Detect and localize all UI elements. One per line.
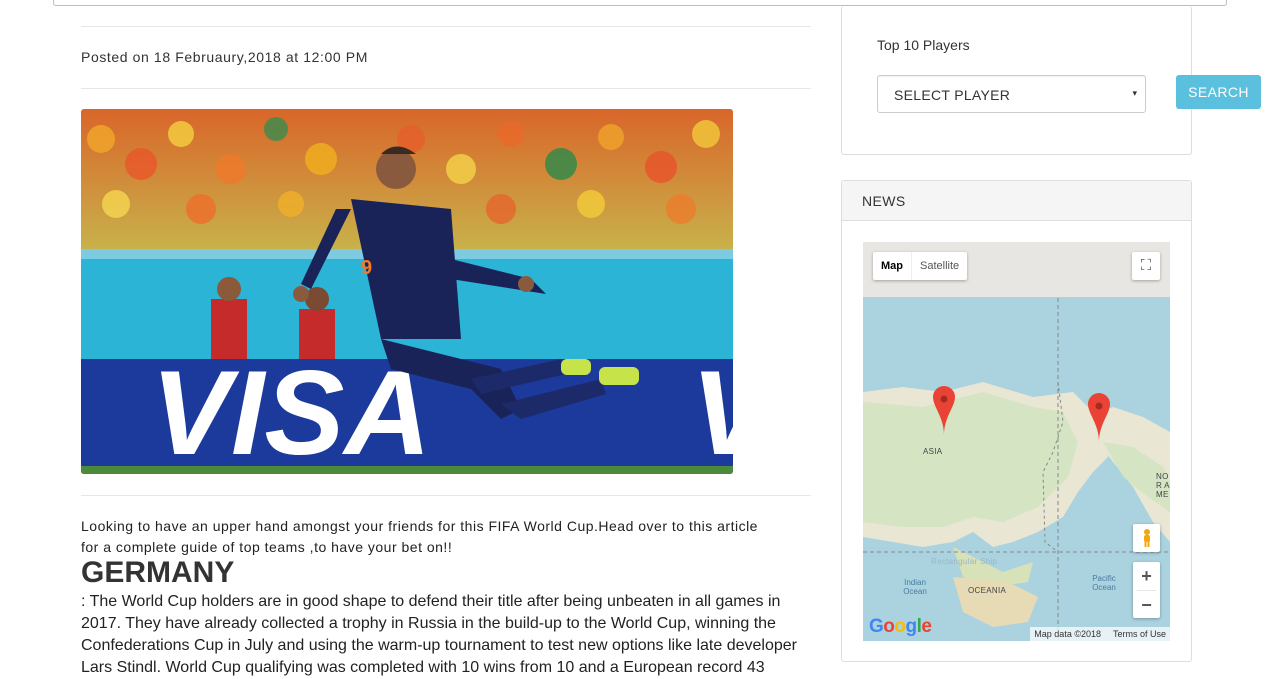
google-logo: Google xyxy=(869,616,932,637)
fullscreen-icon[interactable]: ⛶ xyxy=(1132,252,1160,280)
post-date: Posted on 18 Februaury,2018 at 12:00 PM xyxy=(81,49,368,65)
top-players-panel: Top 10 Players SELECT PLAYER ▾ xyxy=(841,6,1192,155)
hero-image: VISA V 9 xyxy=(81,109,733,474)
divider xyxy=(81,495,811,496)
map-type-control: Map Satellite xyxy=(873,252,968,280)
jersey-number: 9 xyxy=(361,257,372,279)
terms-of-use-link[interactable]: Terms of Use xyxy=(1113,627,1166,641)
team-heading: GERMANY xyxy=(81,556,235,589)
intro-line: for a complete guide of top teams ,to ha… xyxy=(81,539,453,555)
zoom-in-button[interactable]: + xyxy=(1133,562,1160,590)
map-attribution: Map data ©2018 Terms of Use xyxy=(1030,627,1170,641)
news-panel: NEWS ASIA NOR AME OCEANIA Indian Ocean P… xyxy=(841,180,1192,662)
map-label-rectangular-ship: Rectangular Ship xyxy=(931,557,998,566)
svg-text:V: V xyxy=(691,346,733,474)
map-label-asia: ASIA xyxy=(923,447,943,456)
map-tab[interactable]: Map xyxy=(873,252,911,280)
divider xyxy=(81,26,811,27)
chevron-down-icon: ▾ xyxy=(1132,88,1137,98)
satellite-tab[interactable]: Satellite xyxy=(911,252,967,280)
player-select[interactable]: SELECT PLAYER ▾ xyxy=(877,75,1146,113)
map-label-north-america: NOR AME xyxy=(1156,472,1170,499)
team-description: : The World Cup holders are in good shap… xyxy=(81,593,797,676)
map-label-indian-ocean: Indian Ocean xyxy=(903,578,927,596)
divider xyxy=(81,88,811,89)
map-label-oceania: OCEANIA xyxy=(968,586,1007,595)
intro-line: Looking to have an upper hand amongst yo… xyxy=(81,518,758,534)
pegman-icon[interactable] xyxy=(1133,524,1160,552)
zoom-out-button[interactable]: − xyxy=(1133,591,1160,619)
news-map[interactable]: ASIA NOR AME OCEANIA Indian Ocean Pacifi… xyxy=(863,242,1170,641)
news-panel-header: NEWS xyxy=(842,181,1191,221)
map-data-text: Map data ©2018 xyxy=(1034,629,1101,639)
sponsor-text: VISA xyxy=(151,346,431,474)
search-button[interactable]: SEARCH xyxy=(1176,75,1261,109)
article-intro: Looking to have an upper hand amongst yo… xyxy=(81,516,816,558)
top-players-label: Top 10 Players xyxy=(877,37,970,53)
player-select-value: SELECT PLAYER xyxy=(894,87,1011,103)
zoom-control: + − xyxy=(1133,562,1160,618)
map-label-pacific-ocean: Pacific Ocean xyxy=(1092,574,1116,592)
news-title: NEWS xyxy=(862,193,906,209)
